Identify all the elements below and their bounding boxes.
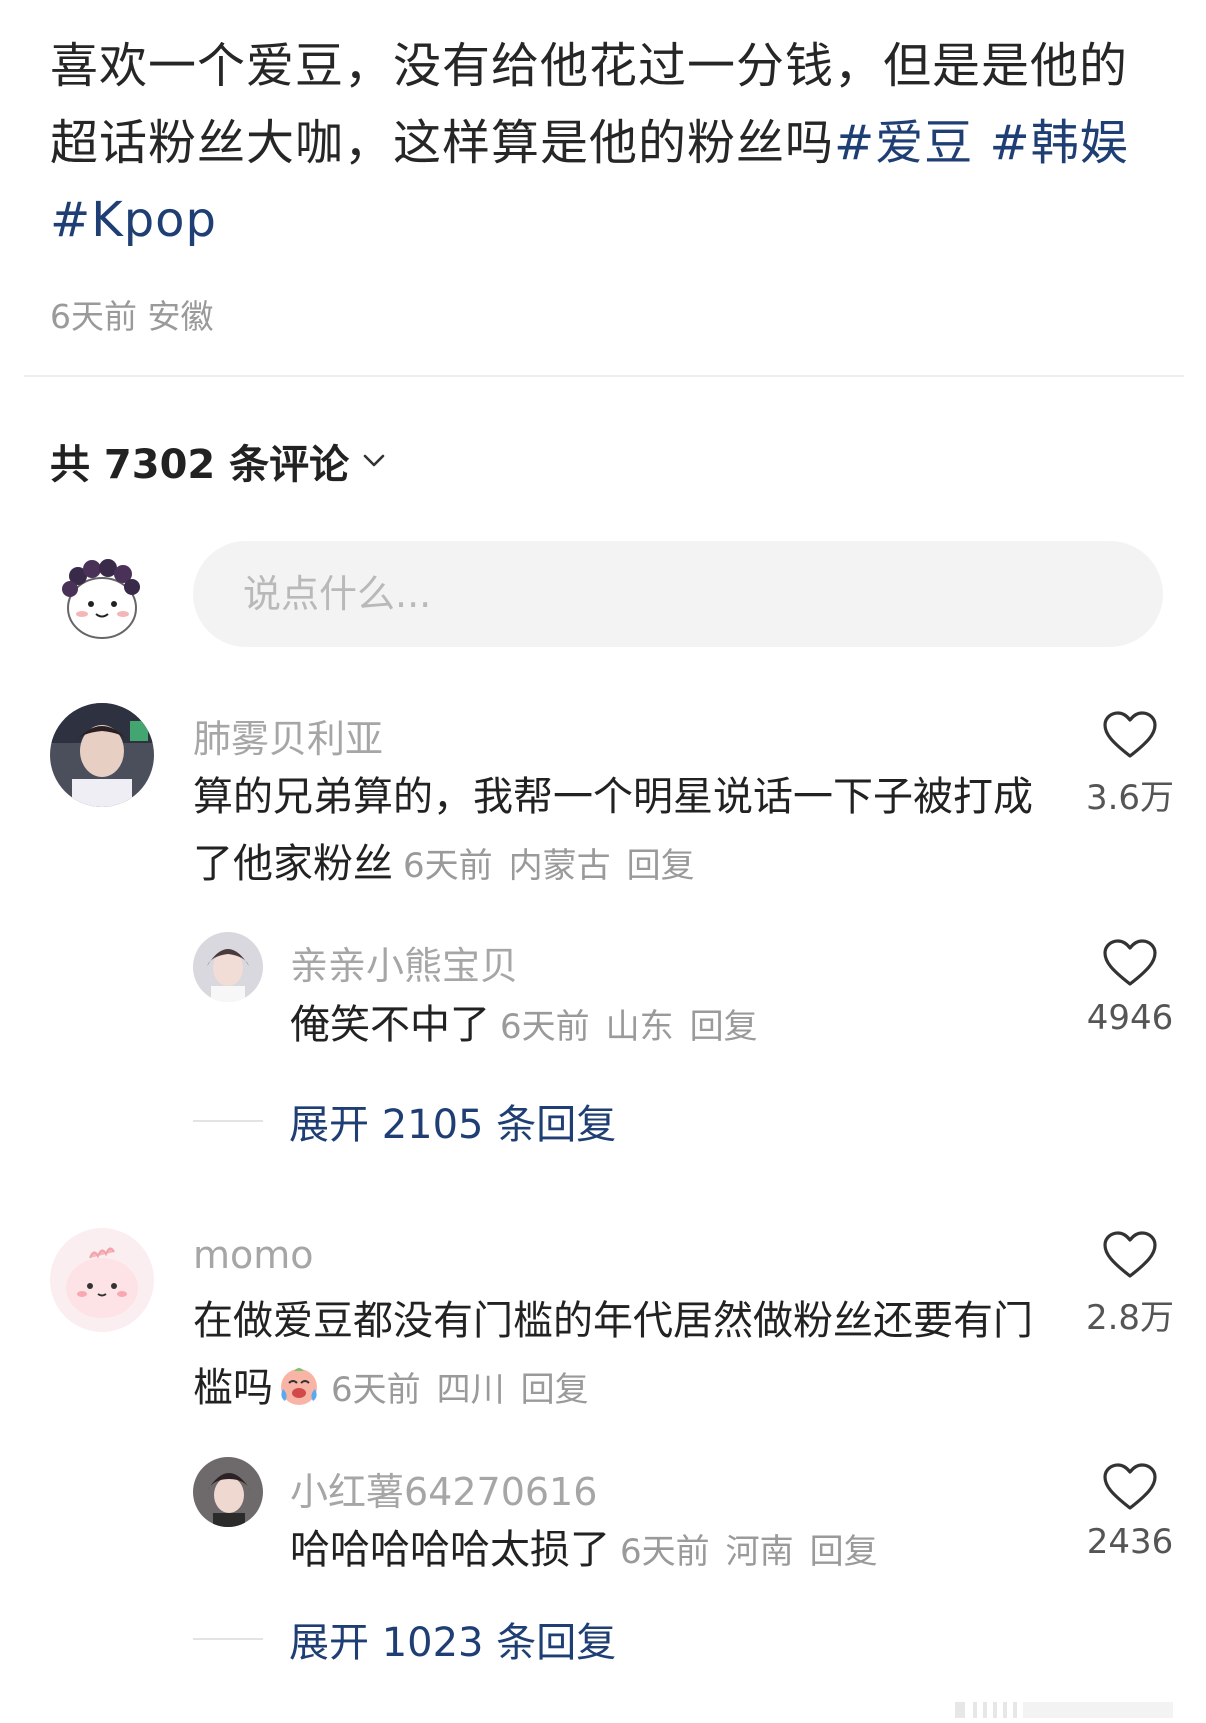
like-count: 2436 xyxy=(1086,1522,1174,1562)
crying-laughing-emoji-icon xyxy=(281,1368,317,1405)
comment-location: 内蒙古 xyxy=(508,846,611,886)
avatar[interactable] xyxy=(193,932,263,1002)
expand-replies-label: 展开 1023 条回复 xyxy=(289,1620,617,1666)
post-location: 安徽 xyxy=(147,297,214,336)
like-count: 2.8万 xyxy=(1085,1298,1175,1338)
comment-location: 四川 xyxy=(436,1370,505,1410)
reply-location: 河南 xyxy=(725,1532,794,1572)
reply-button[interactable]: 回复 xyxy=(521,1370,589,1410)
reply-button[interactable]: 回复 xyxy=(690,1007,758,1047)
heart-outline-icon xyxy=(1103,939,1157,986)
comment-count-label: 共 7302 条评论 xyxy=(50,442,350,488)
expand-replies-label: 展开 2105 条回复 xyxy=(289,1102,617,1148)
reply-meta: 6天前 河南 回复 xyxy=(620,1532,894,1572)
reply-meta: 6天前 山东 回复 xyxy=(500,1007,774,1047)
comment-text: 在做爱豆都没有门槛的年代居然做粉丝还要有门槛吗 6天前 四川 回复 xyxy=(193,1288,1043,1424)
reply-text: 俺笑不中了 6天前 山东 回复 xyxy=(290,992,1050,1061)
reply-button[interactable]: 回复 xyxy=(627,846,695,886)
reply-button[interactable]: 回复 xyxy=(810,1532,878,1572)
comment-count-sort[interactable]: 共 7302 条评论 xyxy=(50,432,387,490)
like-button[interactable]: 2.8万 xyxy=(1070,1230,1190,1339)
avatar[interactable] xyxy=(193,1457,263,1527)
reply-username[interactable]: 小红薯64270616 xyxy=(290,1461,597,1516)
avatar[interactable] xyxy=(50,703,154,807)
post-meta: 6天前 安徽 xyxy=(50,290,214,338)
watermark-icon xyxy=(955,1702,1173,1718)
avatar[interactable] xyxy=(50,1228,154,1332)
comment-text: 算的兄弟算的，我帮一个明星说话一下子被打成了他家粉丝 6天前 内蒙古 回复 xyxy=(193,764,1043,900)
like-button[interactable]: 3.6万 xyxy=(1070,710,1190,819)
heart-outline-icon xyxy=(1103,1231,1157,1278)
divider xyxy=(24,375,1184,377)
like-count: 3.6万 xyxy=(1085,778,1175,818)
expand-replies[interactable]: 展开 1023 条回复 xyxy=(193,1610,616,1668)
comment-time: 6天前 xyxy=(403,846,493,886)
comment-time: 6天前 xyxy=(331,1370,421,1410)
reply-body: 俺笑不中了 xyxy=(290,1002,490,1048)
reply-time: 6天前 xyxy=(500,1007,590,1047)
reply-body: 哈哈哈哈哈太损了 xyxy=(290,1527,610,1573)
comment-username[interactable]: 肺雾贝利亚 xyxy=(193,708,383,763)
comment-meta: 6天前 四川 回复 xyxy=(331,1370,605,1410)
reply-text: 哈哈哈哈哈太损了 6天前 河南 回复 xyxy=(290,1517,1050,1586)
reply-time: 6天前 xyxy=(620,1532,710,1572)
chevron-down-icon xyxy=(363,454,385,467)
like-button[interactable]: 4946 xyxy=(1070,938,1190,1038)
divider xyxy=(193,1638,263,1640)
expand-replies[interactable]: 展开 2105 条回复 xyxy=(193,1092,616,1150)
comment-username[interactable]: momo xyxy=(193,1233,314,1277)
comment-meta: 6天前 内蒙古 回复 xyxy=(403,846,711,886)
heart-outline-icon xyxy=(1103,711,1157,758)
hashtag-hanyu[interactable]: #韩娱 xyxy=(990,115,1129,171)
post-body: 喜欢一个爱豆，没有给他花过一分钱，但是是他的超话粉丝大咖，这样算是他的粉丝吗#爱… xyxy=(50,28,1160,259)
hashtag-kpop[interactable]: #Kpop xyxy=(50,192,217,248)
heart-outline-icon xyxy=(1103,1463,1157,1510)
like-button[interactable]: 2436 xyxy=(1070,1462,1190,1562)
reply-username[interactable]: 亲亲小熊宝贝 xyxy=(290,935,518,990)
post-time: 6天前 xyxy=(50,297,137,336)
hashtag-aidou[interactable]: #爱豆 xyxy=(834,115,973,171)
divider xyxy=(193,1120,263,1122)
like-count: 4946 xyxy=(1086,998,1174,1038)
my-avatar[interactable] xyxy=(56,554,148,646)
reply-location: 山东 xyxy=(605,1007,674,1047)
comment-input[interactable]: 说点什么... xyxy=(193,541,1163,647)
